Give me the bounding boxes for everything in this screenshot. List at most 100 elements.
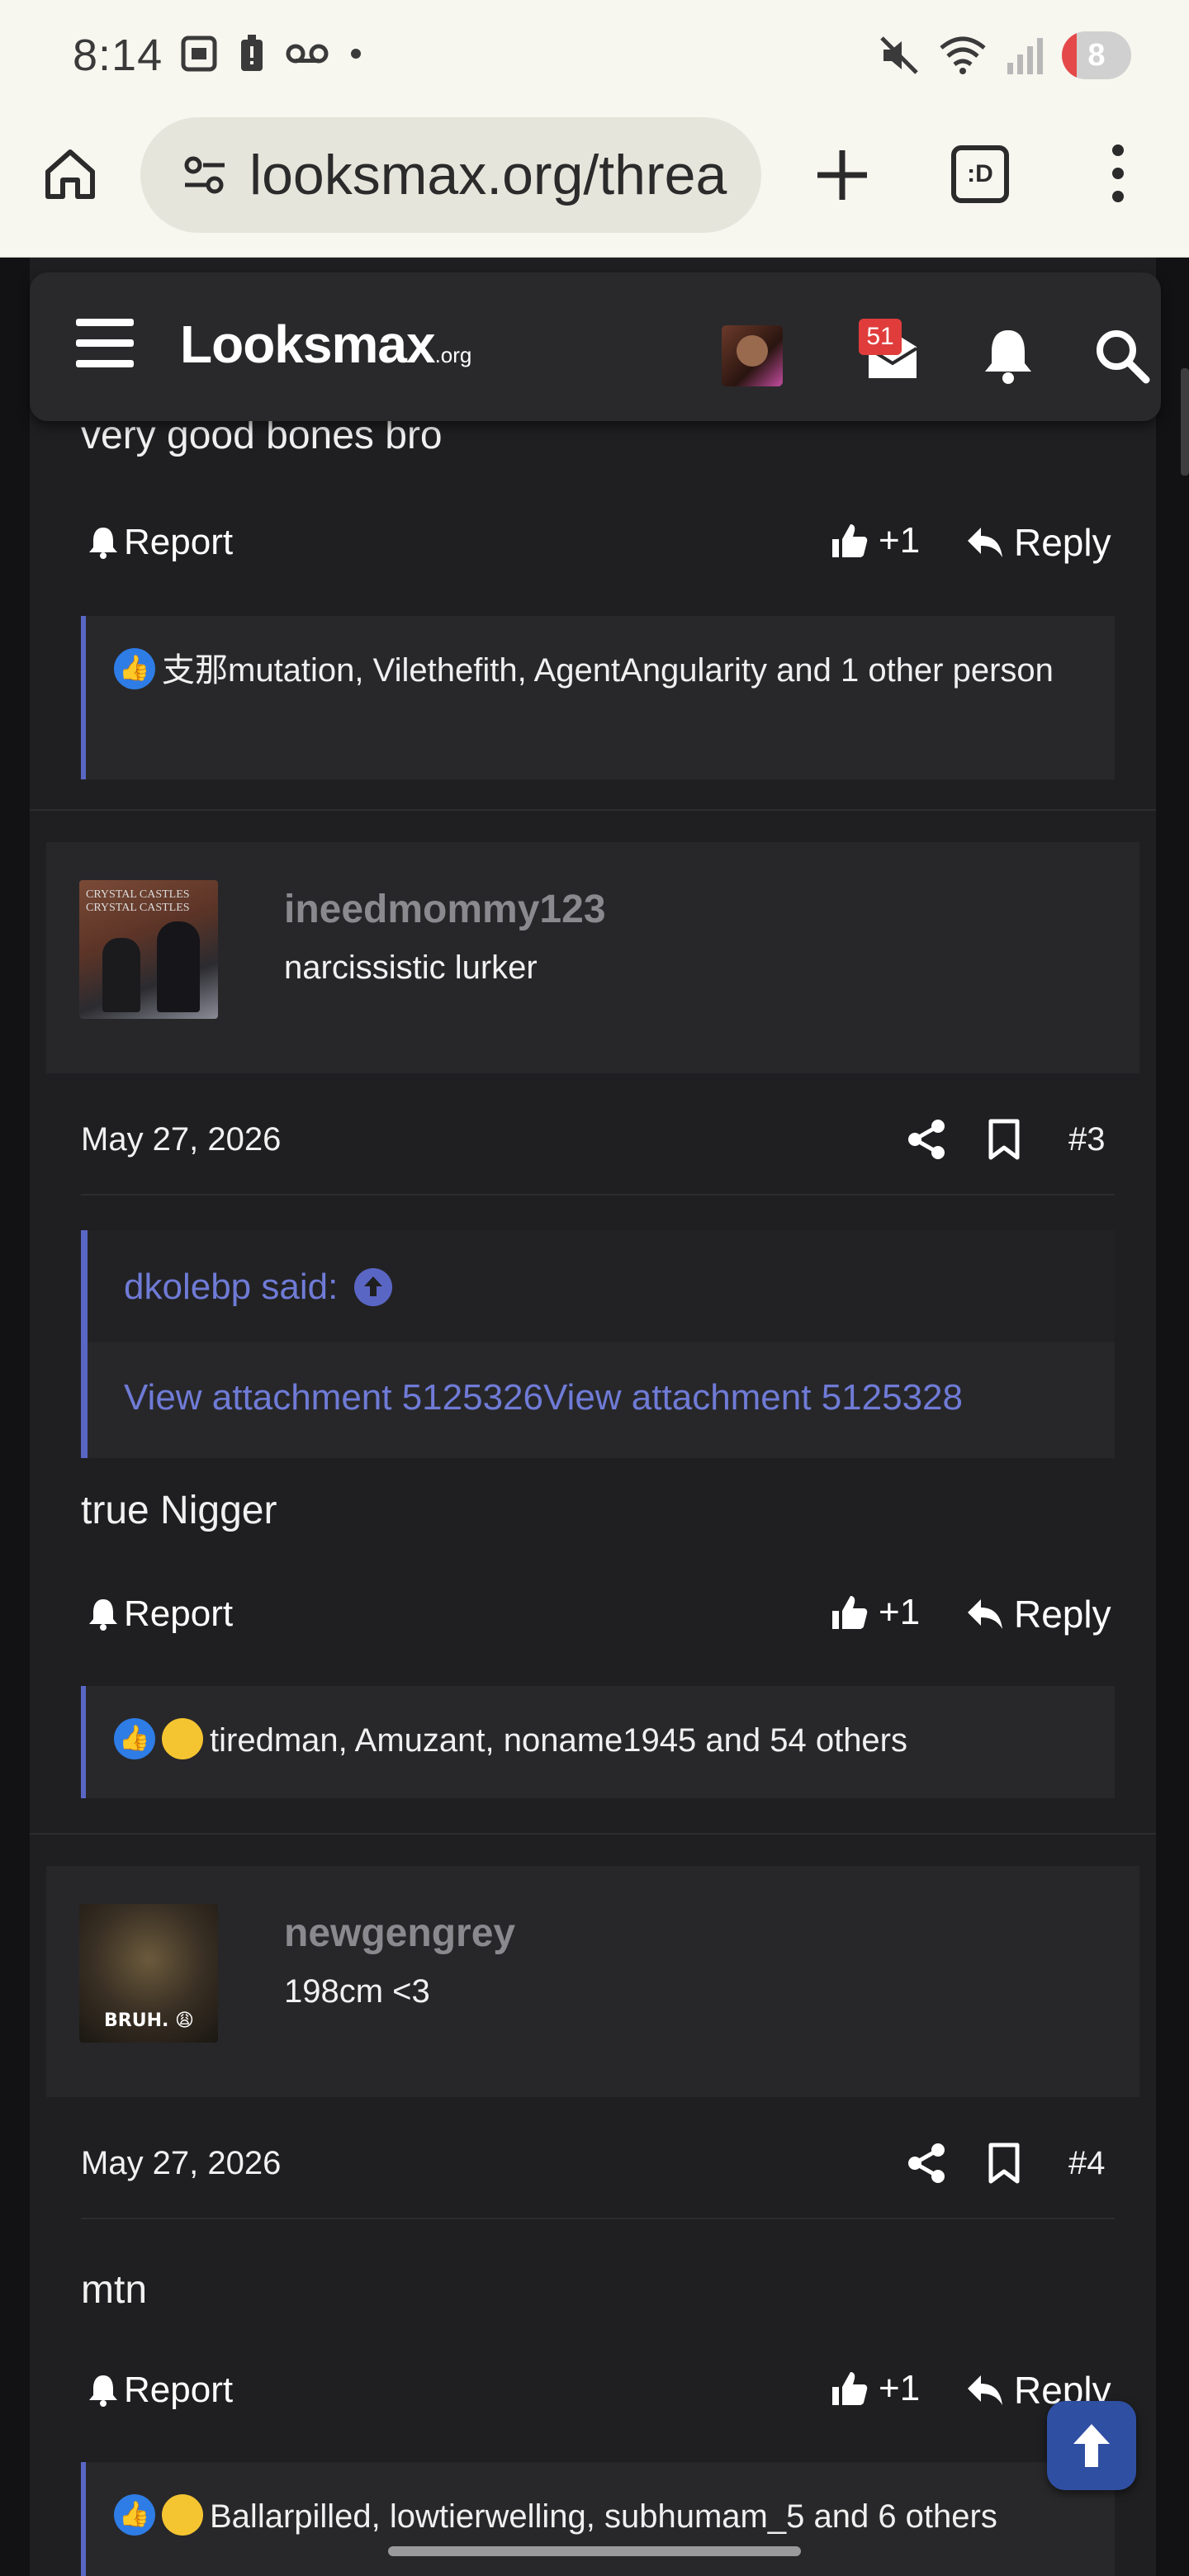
quote-block: dkolebp said: View attachment 5125326Vie… (81, 1230, 1115, 1458)
post-divider (30, 1833, 1156, 1835)
voicemail-icon (286, 44, 329, 64)
user-title: narcissistic lurker (284, 949, 538, 986)
status-bar: 8:14 8 (0, 0, 1189, 112)
report-button[interactable]: Report (88, 1593, 233, 1635)
post-number[interactable]: #3 (1068, 1121, 1106, 1158)
like-button[interactable]: +1 (829, 520, 920, 561)
battery-indicator: 8 (1062, 31, 1131, 79)
like-count: +1 (879, 1592, 921, 1632)
reply-icon (968, 1599, 1002, 1629)
tab-switcher-button[interactable]: :D (951, 145, 1009, 203)
url-text[interactable]: looksmax.org/threa (249, 143, 727, 207)
post-user-block: BRUH. 😩 newgengrey 198cm <3 (46, 1866, 1139, 2097)
username[interactable]: ineedmommy123 (284, 887, 606, 932)
scroll-to-top-button[interactable] (1047, 2401, 1136, 2490)
battery-level: 8 (1087, 38, 1106, 73)
reactions-text[interactable]: Ballarpilled, lowtierwelling, subhumam_5… (210, 2498, 997, 2535)
wifi-icon (940, 36, 986, 74)
status-icons-left (180, 35, 362, 73)
search-icon[interactable] (1093, 327, 1151, 385)
site-header: Looksmax.org 51 (30, 272, 1161, 421)
logo-suffix: .org (434, 343, 472, 367)
avatar[interactable]: BRUH. 😩 (79, 1904, 218, 2043)
inbox-badge: 51 (859, 319, 902, 355)
share-icon[interactable] (907, 2142, 946, 2185)
like-button[interactable]: +1 (829, 1592, 920, 1633)
site-logo[interactable]: Looksmax.org (180, 314, 471, 375)
account-avatar[interactable] (722, 325, 783, 386)
notifications-bell-icon[interactable] (981, 327, 1035, 385)
avatar[interactable]: CRYSTAL CASTLES CRYSTAL CASTLES (79, 880, 218, 1019)
like-count: +1 (879, 2368, 921, 2408)
address-bar[interactable]: looksmax.org/threa (140, 117, 761, 233)
like-count: +1 (879, 520, 921, 561)
arrow-up-icon (1073, 2424, 1110, 2467)
post-actions: Report +1 Reply (83, 1585, 1115, 1643)
post-divider (30, 809, 1156, 811)
signal-icon (1007, 38, 1043, 74)
bookmark-icon[interactable] (986, 2142, 1022, 2185)
post-number[interactable]: #4 (1068, 2145, 1106, 2182)
user-block-notch (142, 2074, 192, 2097)
page-viewport[interactable]: very good bones bro Report +1 Reply 👍 支那m… (0, 258, 1189, 2576)
quote-author[interactable]: dkolebp said: (124, 1267, 338, 1308)
reactions-bar[interactable]: 👍 Ballarpilled, lowtierwelling, subhumam_… (81, 2462, 1115, 2576)
user-block-notch (142, 1050, 192, 1073)
love-reaction-icon (162, 2494, 203, 2536)
status-time: 8:14 (73, 31, 163, 80)
username[interactable]: newgengrey (284, 1911, 515, 1956)
laugh-reaction-icon (162, 1718, 203, 1760)
like-button[interactable]: +1 (829, 2368, 920, 2409)
site-settings-icon[interactable] (182, 152, 228, 198)
report-label: Report (124, 2370, 234, 2410)
quote-body[interactable]: View attachment 5125326View attachment 5… (124, 1377, 963, 1418)
status-icons-right: 8 (879, 31, 1131, 79)
browser-toolbar: looksmax.org/threa :D (0, 112, 1189, 258)
thread-content: very good bones bro Report +1 Reply 👍 支那m… (30, 258, 1156, 2576)
reply-icon (968, 528, 1002, 557)
thumbs-up-icon (832, 2372, 868, 2405)
share-icon[interactable] (907, 1118, 946, 1161)
meta-divider (81, 1194, 1115, 1196)
like-reaction-icon: 👍 (114, 648, 155, 690)
report-button[interactable]: Report (88, 2370, 233, 2411)
reactions-text[interactable]: 支那mutation, Vilethefith, AgentAngularity… (162, 652, 1054, 689)
post-user-block: CRYSTAL CASTLES CRYSTAL CASTLES ineedmom… (46, 842, 1139, 1073)
post-date[interactable]: May 27, 2026 (81, 1121, 281, 1158)
bell-icon (89, 1599, 117, 1631)
screenshot-icon (181, 36, 217, 72)
reply-label: Reply (1014, 521, 1111, 564)
quote-author-link[interactable]: dkolebp said: (124, 1267, 393, 1308)
more-menu-icon[interactable] (1101, 140, 1135, 206)
scrollbar-thumb[interactable] (1181, 368, 1189, 476)
like-reaction-icon: 👍 (114, 1718, 155, 1760)
logo-main: Looksmax (180, 315, 436, 374)
home-icon[interactable] (41, 145, 99, 203)
avatar-text: CRYSTAL CASTLES CRYSTAL CASTLES (86, 888, 190, 914)
quote-header: dkolebp said: (88, 1230, 1115, 1342)
like-reaction-icon: 👍 (114, 2494, 155, 2536)
post-body-text: mtn (81, 2268, 148, 2312)
reactions-bar[interactable]: 👍 tiredman, Amuzant, noname1945 and 54 ot… (81, 1686, 1115, 1798)
post-actions: Report +1 Reply (83, 514, 1115, 571)
bell-icon (89, 528, 117, 559)
go-to-quote-icon[interactable] (354, 1268, 393, 1306)
post-meta: May 27, 2026 #3 (81, 1110, 1115, 1167)
hamburger-menu-icon[interactable] (76, 319, 134, 370)
reply-button[interactable]: Reply (966, 520, 1111, 565)
battery-alert-icon (241, 35, 263, 71)
reactions-bar[interactable]: 👍 支那mutation, Vilethefith, AgentAngularit… (81, 616, 1115, 779)
bookmark-icon[interactable] (986, 1118, 1022, 1161)
post-date[interactable]: May 27, 2026 (81, 2145, 281, 2182)
report-button[interactable]: Report (88, 522, 233, 563)
thumbs-up-icon (832, 1596, 868, 1629)
dot-icon (351, 49, 361, 59)
report-label: Report (124, 1593, 234, 1634)
reply-button[interactable]: Reply (966, 1592, 1111, 1636)
new-tab-icon[interactable] (809, 142, 875, 208)
reply-icon (968, 2375, 1002, 2405)
reply-label: Reply (1014, 1593, 1111, 1636)
post-actions: Report +1 Reply (83, 2361, 1115, 2419)
reactions-text[interactable]: tiredman, Amuzant, noname1945 and 54 oth… (210, 1722, 907, 1759)
gesture-home-bar[interactable] (388, 2546, 801, 2556)
